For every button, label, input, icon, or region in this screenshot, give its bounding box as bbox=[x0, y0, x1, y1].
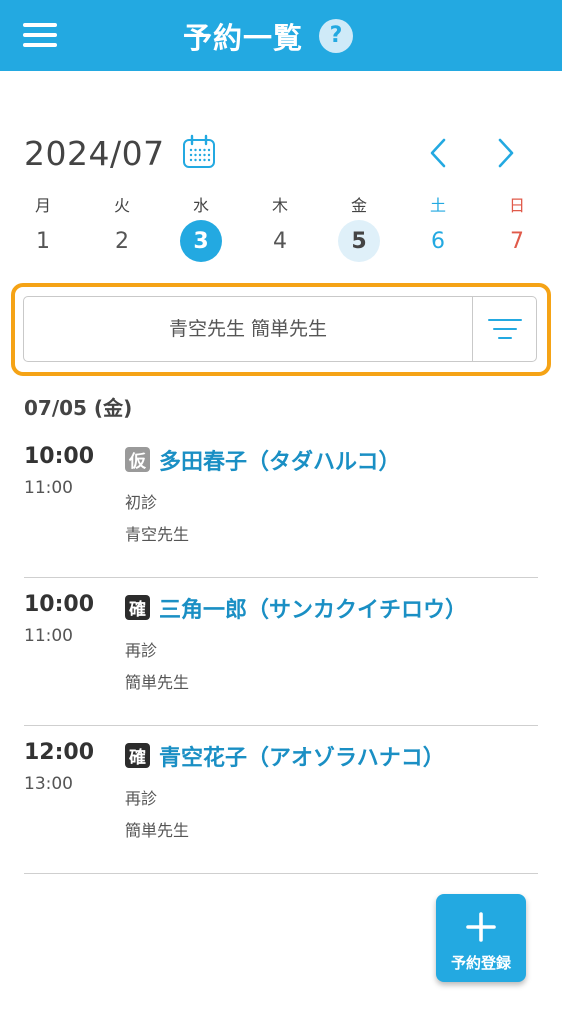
day-number: 6 bbox=[431, 228, 445, 254]
day-cell-tue[interactable]: 火 2 bbox=[83, 194, 161, 264]
plus-icon bbox=[466, 912, 496, 942]
calendar-icon[interactable] bbox=[181, 134, 217, 170]
doctor-name: 簡単先生 bbox=[125, 821, 190, 840]
day-name: 水 bbox=[192, 196, 209, 215]
day-number: 4 bbox=[273, 228, 287, 254]
day-name: 月 bbox=[34, 196, 51, 215]
day-number-wrap: 1 bbox=[22, 220, 64, 262]
appointment-end-time: 11:00 bbox=[24, 626, 73, 646]
appointment-row[interactable]: 10:00 11:00 仮 多田春子（タダハルコ） 初診 青空先生 bbox=[24, 430, 538, 578]
add-appointment-label: 予約登録 bbox=[450, 954, 511, 972]
doctor-name: 青空先生 bbox=[125, 525, 190, 544]
appointment-list: 10:00 11:00 仮 多田春子（タダハルコ） 初診 青空先生 10:00 … bbox=[24, 430, 538, 874]
patient-name-link[interactable]: 三角一郎（サンカクイチロウ） bbox=[159, 592, 467, 624]
page-title: 予約一覧 bbox=[182, 20, 303, 55]
doctor-name: 簡単先生 bbox=[125, 673, 190, 692]
day-number-wrap: 4 bbox=[259, 220, 301, 262]
day-number: 1 bbox=[36, 228, 50, 254]
day-number-wrap: 3 bbox=[180, 220, 222, 262]
day-number-wrap: 2 bbox=[101, 220, 143, 262]
status-badge-tentative: 仮 bbox=[125, 447, 150, 472]
patient-name-link[interactable]: 青空花子（アオゾラハナコ） bbox=[159, 740, 445, 772]
day-cell-thu[interactable]: 木 4 bbox=[241, 194, 319, 264]
day-name: 金 bbox=[350, 196, 367, 215]
day-number-wrap: 6 bbox=[417, 220, 459, 262]
appointment-start-time: 10:00 bbox=[24, 444, 95, 469]
appointment-row[interactable]: 12:00 13:00 確 青空花子（アオゾラハナコ） 再診 簡単先生 bbox=[24, 726, 538, 874]
day-name: 火 bbox=[113, 196, 130, 215]
day-number: 5 bbox=[351, 228, 367, 254]
day-name: 土 bbox=[429, 196, 446, 215]
status-badge-confirmed: 確 bbox=[125, 743, 150, 768]
day-number-wrap: 5 bbox=[338, 220, 380, 262]
visit-type: 再診 bbox=[125, 789, 158, 808]
appointment-end-time: 11:00 bbox=[24, 478, 73, 498]
month-navigation: 2024/07 bbox=[24, 130, 539, 178]
add-appointment-button[interactable]: 予約登録 bbox=[436, 894, 526, 982]
appointment-end-time: 13:00 bbox=[24, 774, 73, 794]
day-name: 木 bbox=[271, 196, 288, 215]
schedule-date-heading: 07/05 (金) bbox=[24, 396, 133, 420]
visit-type: 再診 bbox=[125, 641, 158, 660]
week-strip: 月 1 火 2 水 3 木 4 金 5 土 6 日 7 bbox=[4, 194, 556, 264]
question-circle-icon[interactable]: ? bbox=[319, 18, 353, 53]
day-cell-mon[interactable]: 月 1 bbox=[4, 194, 82, 264]
visit-type: 初診 bbox=[125, 493, 158, 512]
day-name: 日 bbox=[508, 196, 525, 215]
filter-lines-glyph bbox=[488, 319, 522, 339]
filter-lines-icon[interactable] bbox=[473, 297, 537, 361]
status-badge-confirmed: 確 bbox=[125, 595, 150, 620]
day-cell-sat[interactable]: 土 6 bbox=[399, 194, 477, 264]
day-cell-sun[interactable]: 日 7 bbox=[478, 194, 556, 264]
patient-name-link[interactable]: 多田春子（タダハルコ） bbox=[159, 444, 401, 476]
header-title-group: 予約一覧 ? bbox=[0, 0, 562, 71]
appointment-row[interactable]: 10:00 11:00 確 三角一郎（サンカクイチロウ） 再診 簡単先生 bbox=[24, 578, 538, 726]
chevron-right-icon[interactable] bbox=[490, 136, 520, 170]
day-cell-fri-active[interactable]: 金 5 bbox=[320, 194, 398, 264]
day-number: 7 bbox=[510, 228, 524, 254]
appointment-start-time: 10:00 bbox=[24, 592, 95, 617]
day-number: 2 bbox=[115, 228, 129, 254]
doctor-filter-value: 青空先生 簡単先生 bbox=[168, 318, 328, 340]
chevron-left-icon[interactable] bbox=[424, 136, 454, 170]
month-label: 2024/07 bbox=[24, 134, 165, 173]
day-number: 3 bbox=[193, 228, 209, 254]
doctor-filter-select[interactable]: 青空先生 簡単先生 bbox=[23, 296, 537, 362]
appointment-start-time: 12:00 bbox=[24, 740, 95, 765]
day-number-wrap: 7 bbox=[496, 220, 538, 262]
day-cell-wed-selected[interactable]: 水 3 bbox=[162, 194, 240, 264]
app-header: 予約一覧 ? bbox=[0, 0, 562, 71]
